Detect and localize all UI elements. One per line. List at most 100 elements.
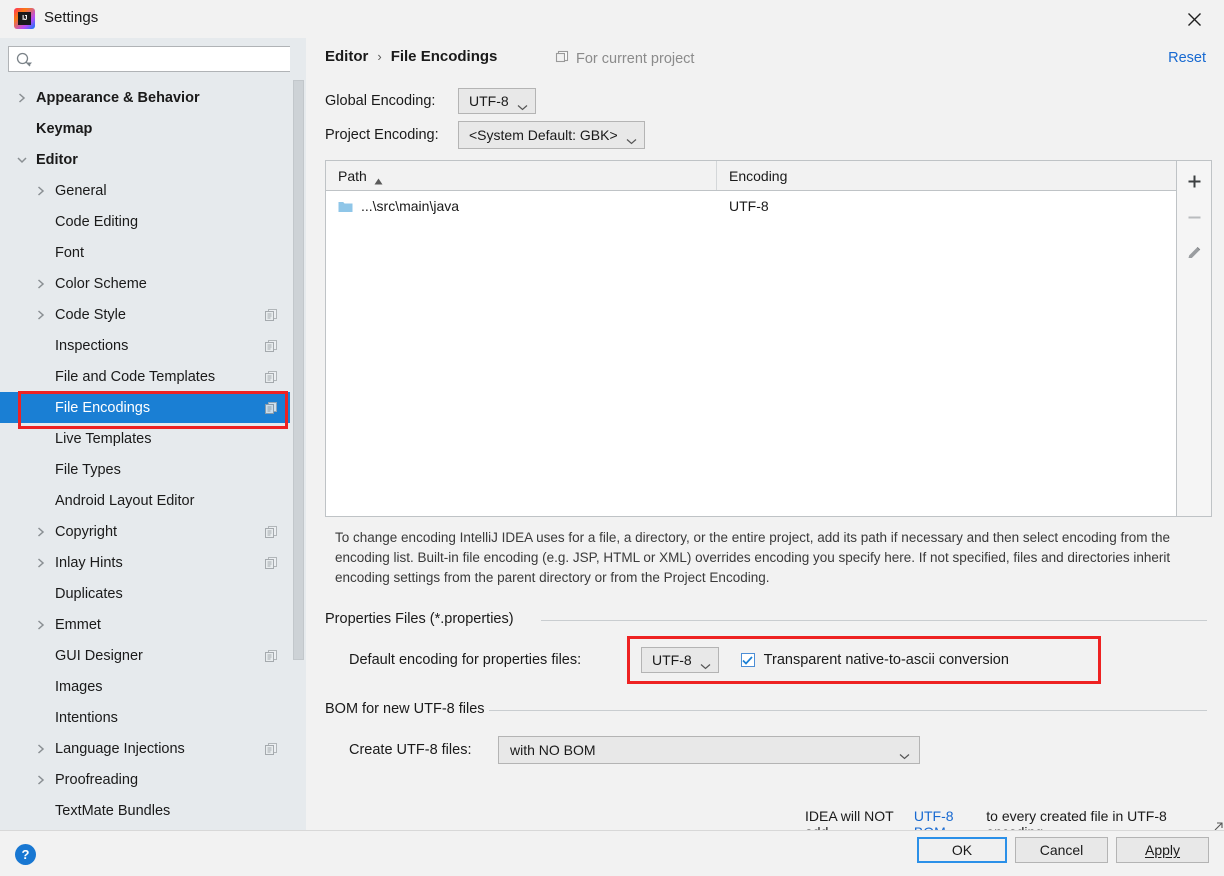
create-utf8-files-value: with NO BOM [510,742,596,758]
project-encoding-row: Project Encoding: <System Default: GBK> [325,121,645,149]
column-header-encoding[interactable]: Encoding [717,161,1176,190]
properties-encoding-value: UTF-8 [652,652,692,668]
sidebar-item-android-layout-editor[interactable]: Android Layout Editor [0,485,290,516]
sidebar-item-label: Emmet [55,616,101,633]
sidebar-item-images[interactable]: Images [0,671,290,702]
global-encoding-label: Global Encoding: [325,93,436,109]
sidebar-item-live-templates[interactable]: Live Templates [0,423,290,454]
table-cell-encoding-text: UTF-8 [729,198,769,214]
sidebar-item-file-and-code-templates[interactable]: File and Code Templates [0,361,290,392]
transparent-native-to-ascii-label: Transparent native-to-ascii conversion [763,652,1009,668]
breadcrumb-parent[interactable]: Editor [325,48,368,65]
sidebar-item-textmate-bundles[interactable]: TextMate Bundles [0,795,290,826]
chevron-right-icon[interactable] [34,742,48,756]
sidebar-item-label: Proofreading [55,771,139,788]
project-scope-badge-icon [264,742,278,756]
project-scope-badge-icon [264,401,278,415]
sidebar-item-intentions[interactable]: Intentions [0,702,290,733]
sidebar-item-keymap[interactable]: Keymap [0,113,290,144]
folder-icon [338,200,353,213]
sidebar-item-general[interactable]: General [0,175,290,206]
sidebar-item-language-injections[interactable]: Language Injections [0,733,290,764]
project-scope-badge-icon [264,308,278,322]
sidebar-item-duplicates[interactable]: Duplicates [0,578,290,609]
sidebar-item-gui-designer[interactable]: GUI Designer [0,640,290,671]
project-scope-badge-icon [264,525,278,539]
for-current-project-label: For current project [555,50,694,68]
sidebar-item-editor[interactable]: Editor [0,144,290,175]
intellij-idea-logo-icon: IJ [14,8,35,29]
column-header-path[interactable]: Path [326,161,717,190]
table-toolbar [1177,160,1212,517]
chevron-right-icon[interactable] [34,308,48,322]
chevron-down-icon [517,98,528,110]
sidebar-item-label: Inspections [55,337,129,354]
search-input[interactable] [37,47,295,71]
column-header-encoding-label: Encoding [729,167,788,184]
sidebar-item-file-types[interactable]: File Types [0,454,290,485]
breadcrumb-separator-icon: › [377,49,382,64]
breadcrumb: Editor › File Encodings [325,48,497,65]
chevron-right-icon[interactable] [15,91,29,105]
breadcrumb-current: File Encodings [390,48,498,65]
table-row[interactable]: ...\src\main\java UTF-8 [326,191,1176,221]
project-scope-badge-icon [264,649,278,663]
settings-dialog: IJ Settings Appearance & Behavior Keymap E… [0,0,1224,876]
create-utf8-files-select[interactable]: with NO BOM [498,736,920,764]
project-scope-badge-icon [264,339,278,353]
chevron-right-icon[interactable] [34,618,48,632]
sidebar-item-label: File and Code Templates [55,368,216,385]
sidebar-item-inspections[interactable]: Inspections [0,330,290,361]
sidebar-item-proofreading[interactable]: Proofreading [0,764,290,795]
project-encoding-select[interactable]: <System Default: GBK> [458,121,645,149]
transparent-native-to-ascii-checkbox[interactable]: Transparent native-to-ascii conversion [740,652,1009,668]
chevron-right-icon[interactable] [34,277,48,291]
sidebar-item-label: Code Editing [55,213,139,230]
properties-default-encoding-label: Default encoding for properties files: [349,652,582,668]
sidebar-item-label: Color Scheme [55,275,147,292]
sidebar-item-emmet[interactable]: Emmet [0,609,290,640]
properties-encoding-select[interactable]: UTF-8 [641,647,719,673]
chevron-right-icon[interactable] [34,525,48,539]
bom-group-divider [489,710,1207,711]
ok-button[interactable]: OK [917,837,1007,863]
apply-button[interactable]: Apply [1116,837,1209,863]
title-bar: IJ Settings [0,0,1224,38]
sidebar-scrollbar-thumb[interactable] [293,80,304,660]
reset-link[interactable]: Reset [1168,50,1206,66]
create-utf8-files-row: Create UTF-8 files: with NO BOM [349,736,920,764]
sidebar-item-code-style[interactable]: Code Style [0,299,290,330]
global-encoding-select[interactable]: UTF-8 [458,88,536,114]
add-row-button[interactable] [1180,167,1208,195]
search-field[interactable] [8,46,298,72]
encodings-table: Path Encoding ...\src\main\java UTF-8 [325,160,1177,517]
window-title: Settings [44,9,99,26]
edit-row-button[interactable] [1180,239,1208,267]
chevron-down-icon[interactable] [15,153,29,167]
sidebar-item-label: Appearance & Behavior [36,89,200,106]
table-cell-encoding[interactable]: UTF-8 [717,198,1176,214]
sidebar-item-color-scheme[interactable]: Color Scheme [0,268,290,299]
cancel-button[interactable]: Cancel [1015,837,1108,863]
sidebar-item-font[interactable]: Font [0,237,290,268]
close-icon[interactable] [1172,2,1216,36]
chevron-down-icon [626,132,637,144]
remove-row-button[interactable] [1180,203,1208,231]
sidebar-item-label: TextMate Bundles [55,802,171,819]
global-encoding-row: Global Encoding: UTF-8 [325,88,536,114]
sidebar-item-label: Editor [36,151,78,168]
chevron-right-icon[interactable] [34,773,48,787]
chevron-right-icon[interactable] [34,556,48,570]
properties-group-divider [541,620,1207,621]
sidebar-item-appearance-behavior[interactable]: Appearance & Behavior [0,82,290,113]
help-icon[interactable]: ? [15,844,36,865]
chevron-down-icon [899,747,910,759]
sidebar-item-code-editing[interactable]: Code Editing [0,206,290,237]
sidebar-item-copyright[interactable]: Copyright [0,516,290,547]
sidebar-item-inlay-hints[interactable]: Inlay Hints [0,547,290,578]
encodings-description: To change encoding IntelliJ IDEA uses fo… [335,530,1171,585]
chevron-right-icon[interactable] [34,184,48,198]
sidebar-item-label: GUI Designer [55,647,143,664]
sidebar-item-file-encodings[interactable]: File Encodings [0,392,290,423]
project-encoding-label: Project Encoding: [325,127,439,143]
